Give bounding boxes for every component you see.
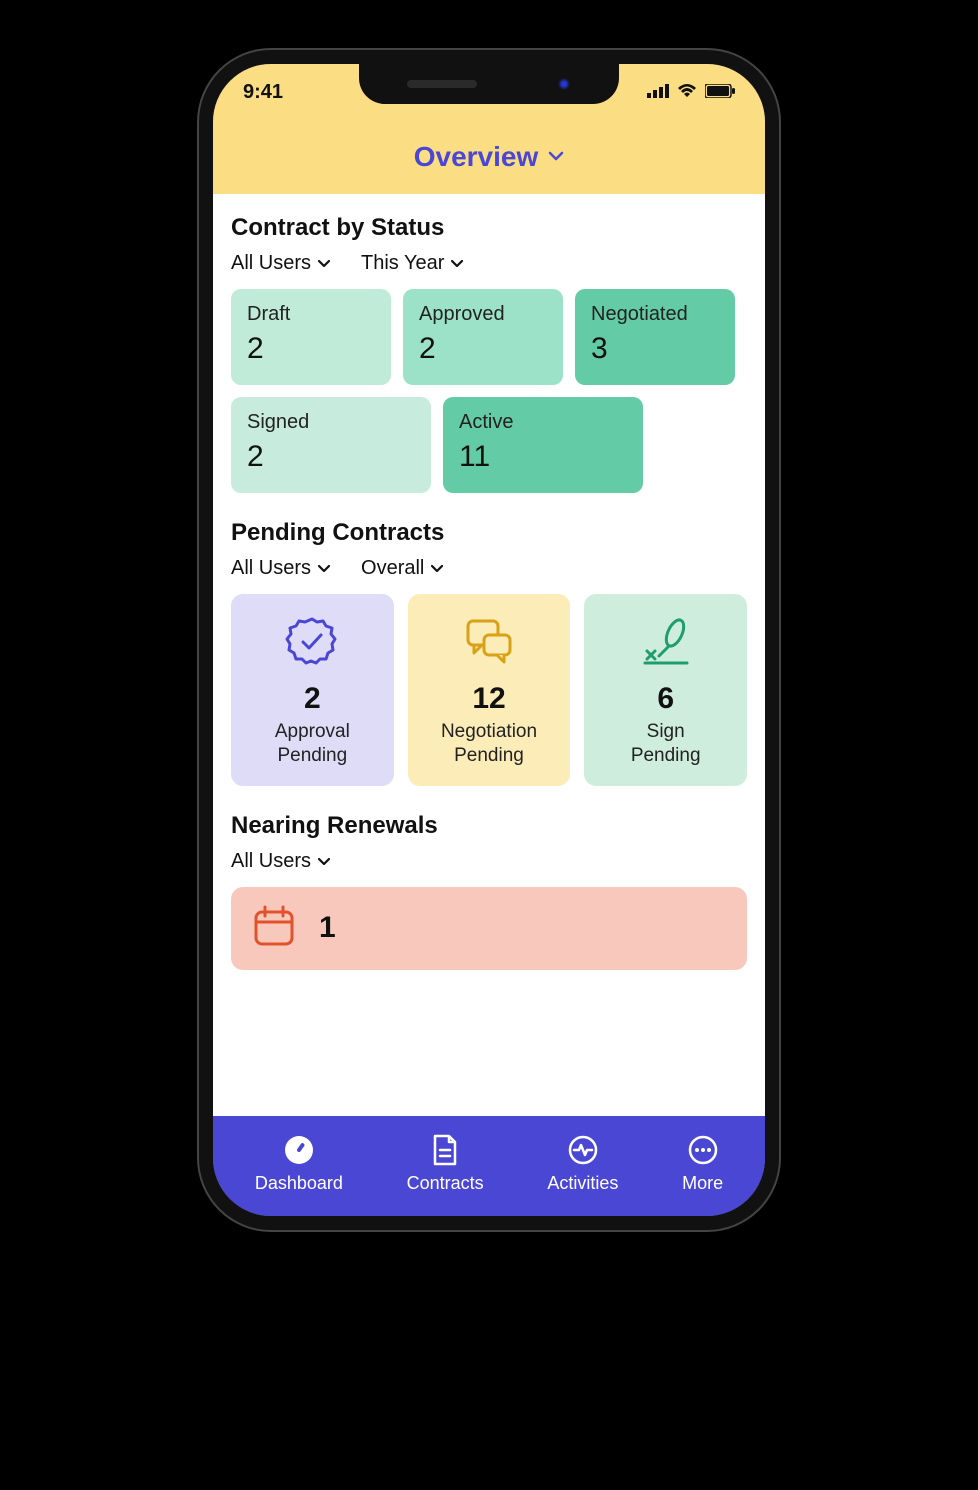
- approval-icon: [282, 612, 342, 672]
- status-label: Signed: [247, 411, 415, 434]
- chevron-down-icon: [317, 564, 331, 573]
- filter-users[interactable]: All Users: [231, 850, 331, 873]
- status-count: 2: [247, 440, 415, 474]
- status-count: 3: [591, 332, 719, 366]
- status-indicators: [647, 81, 735, 104]
- pending-count: 2: [304, 682, 321, 716]
- chevron-down-icon: [430, 564, 444, 573]
- pending-count: 6: [657, 682, 674, 716]
- status-label: Negotiated: [591, 303, 719, 326]
- phone-notch: [359, 64, 619, 104]
- nav-activities[interactable]: Activities: [547, 1133, 618, 1194]
- cellular-icon: [647, 81, 669, 104]
- section-nearing-renewals: Nearing Renewals All Users 1: [231, 812, 747, 970]
- renewal-count: 1: [319, 911, 336, 945]
- pending-label: NegotiationPending: [441, 720, 537, 768]
- pending-card-approval[interactable]: 2 ApprovalPending: [231, 594, 394, 786]
- phone-frame: 9:41 Overview Contract by Status All Use: [199, 50, 779, 1230]
- pending-card-negotiation[interactable]: 12 NegotiationPending: [408, 594, 571, 786]
- nav-more[interactable]: More: [682, 1133, 723, 1194]
- nav-dashboard[interactable]: Dashboard: [255, 1133, 343, 1194]
- status-card-signed[interactable]: Signed 2: [231, 397, 431, 493]
- section-title: Pending Contracts: [231, 519, 747, 547]
- battery-icon: [705, 81, 735, 104]
- filter-period[interactable]: This Year: [361, 252, 464, 275]
- chevron-down-icon: [548, 148, 564, 166]
- status-label: Draft: [247, 303, 375, 326]
- status-label: Active: [459, 411, 627, 434]
- calendar-icon: [251, 903, 297, 954]
- filter-period[interactable]: Overall: [361, 557, 444, 580]
- status-time: 9:41: [243, 81, 283, 104]
- chevron-down-icon: [450, 259, 464, 268]
- status-count: 2: [419, 332, 547, 366]
- pending-count: 12: [472, 682, 505, 716]
- pending-card-sign[interactable]: 6 SignPending: [584, 594, 747, 786]
- status-card-approved[interactable]: Approved 2: [403, 289, 563, 385]
- status-card-active[interactable]: Active 11: [443, 397, 643, 493]
- status-count: 11: [459, 440, 627, 474]
- renewal-card[interactable]: 1: [231, 887, 747, 970]
- main-content: Contract by Status All Users This Year D…: [213, 194, 765, 1116]
- section-contract-by-status: Contract by Status All Users This Year D…: [231, 214, 747, 493]
- filter-users[interactable]: All Users: [231, 252, 331, 275]
- chevron-down-icon: [317, 857, 331, 866]
- status-count: 2: [247, 332, 375, 366]
- nav-contracts[interactable]: Contracts: [407, 1133, 484, 1194]
- status-label: Approved: [419, 303, 547, 326]
- pending-label: SignPending: [631, 720, 701, 768]
- section-title: Contract by Status: [231, 214, 747, 242]
- bottom-nav: Dashboard Contracts Activities More: [213, 1116, 765, 1216]
- sign-icon: [636, 612, 696, 672]
- section-pending-contracts: Pending Contracts All Users Overall 2 App…: [231, 519, 747, 786]
- status-card-draft[interactable]: Draft 2: [231, 289, 391, 385]
- page-title: Overview: [414, 141, 539, 173]
- activity-icon: [566, 1133, 600, 1167]
- section-title: Nearing Renewals: [231, 812, 747, 840]
- chevron-down-icon: [317, 259, 331, 268]
- negotiation-icon: [459, 612, 519, 672]
- dashboard-icon: [282, 1133, 316, 1167]
- wifi-icon: [677, 81, 697, 104]
- pending-label: ApprovalPending: [275, 720, 350, 768]
- page-header[interactable]: Overview: [213, 120, 765, 194]
- filter-users[interactable]: All Users: [231, 557, 331, 580]
- more-icon: [686, 1133, 720, 1167]
- status-card-negotiated[interactable]: Negotiated 3: [575, 289, 735, 385]
- document-icon: [428, 1133, 462, 1167]
